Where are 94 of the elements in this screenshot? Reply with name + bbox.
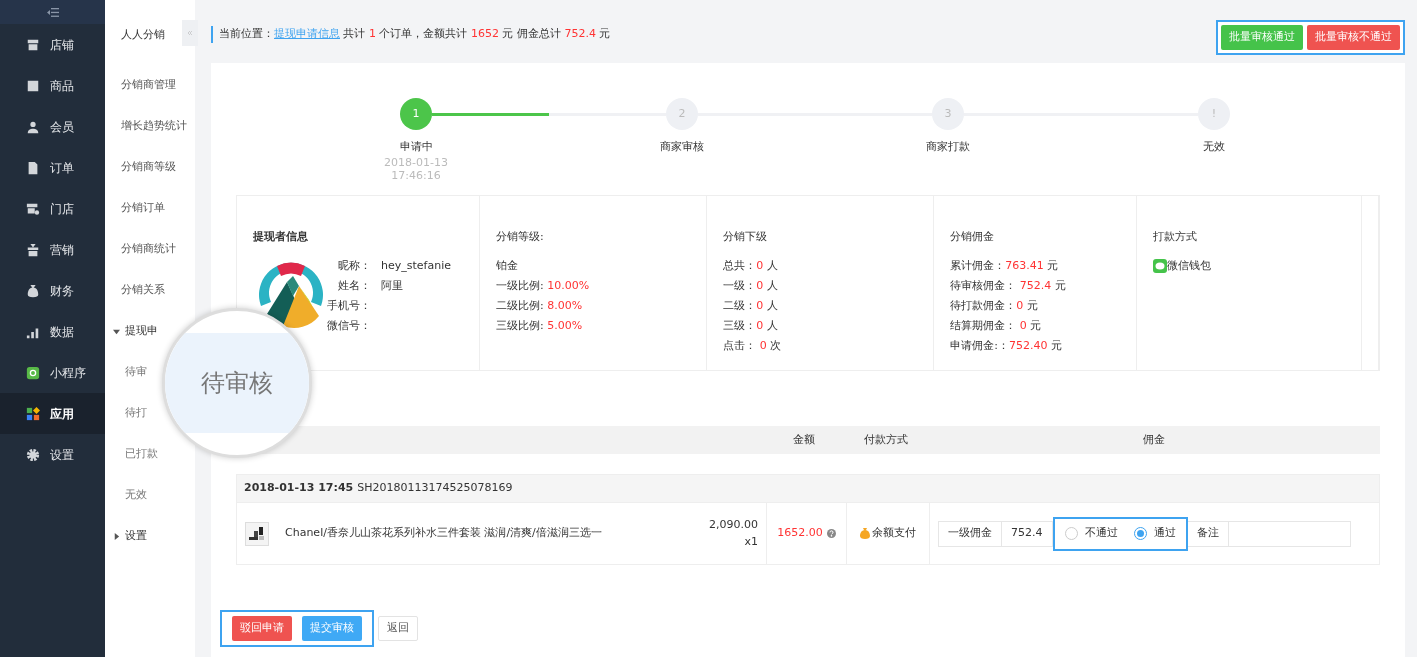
help-icon — [826, 529, 836, 538]
field-label: 手机号： — [327, 297, 371, 314]
sidebar-item[interactable]: 订单 — [0, 147, 105, 188]
radio-label[interactable]: 不通过 — [1084, 525, 1118, 542]
step-label: 商家审核 — [659, 139, 705, 155]
stat-line: 点击： 0 次 — [723, 337, 783, 354]
document-icon — [26, 160, 40, 175]
sidebar-item[interactable]: 营销 — [0, 229, 105, 270]
collapse-button[interactable] — [182, 20, 198, 46]
step-time: 17:46:16 — [390, 168, 442, 182]
step-label: 申请中 — [398, 139, 434, 155]
product-price: 2,090.00 — [709, 517, 758, 533]
stat-line: 二级：0 人 — [723, 297, 779, 314]
caret-right-icon — [113, 533, 120, 540]
commission-value: 752.4 — [1002, 521, 1053, 546]
step-date: 2018-01-13 — [383, 155, 449, 169]
sidebar-item[interactable]: 小程序 — [0, 352, 105, 393]
stat-line: 申请佣金:：752.40 元 — [950, 337, 1063, 354]
order-datetime: 2018-01-13 17:45 — [244, 480, 354, 497]
sidebar-item[interactable]: 应用 — [0, 393, 105, 434]
stat-line: 一级比例: 10.00% — [495, 277, 591, 294]
section-title: 分销下级 — [723, 229, 769, 245]
user-icon — [26, 119, 40, 134]
field-label: 昵称： — [337, 257, 371, 274]
subnav-item[interactable]: 待审 — [125, 361, 147, 384]
back-button[interactable]: 返回 — [378, 616, 418, 641]
stat-line: 待审核佣金： 752.4 元 — [950, 277, 1067, 294]
field-label: 微信号： — [327, 317, 371, 334]
subnav-item[interactable]: 分销商管理 — [121, 74, 176, 97]
section-title: 打款方式 — [1152, 229, 1198, 245]
column-header: 佣金 — [1142, 432, 1165, 446]
shop-icon — [26, 37, 40, 52]
subnav-item[interactable]: 待打 — [125, 402, 147, 425]
subnav-group[interactable]: 设置 — [113, 525, 147, 548]
column-header: 付款方式 — [863, 432, 908, 446]
stat-line: 二级比例: 8.00% — [495, 297, 584, 314]
sidebar-item[interactable]: 会员 — [0, 106, 105, 147]
subnav-item[interactable]: 分销商统计 — [121, 238, 176, 261]
double-chevron-icon — [188, 29, 192, 37]
money-bag-icon — [860, 528, 870, 539]
step-label: 商家打款 — [925, 139, 971, 155]
subnav-group[interactable]: 提现申 — [113, 320, 158, 343]
stat-line: 三级比例: 5.00% — [495, 317, 584, 334]
subnav-item[interactable]: 分销关系 — [121, 279, 165, 302]
gift-icon — [26, 242, 40, 257]
remark-label: 备注 — [1195, 525, 1220, 542]
stat-line: 累计佣金：763.41 元 — [950, 257, 1060, 274]
section-title: 分销佣金 — [950, 229, 996, 245]
level-name: 铂金 — [495, 257, 519, 274]
subnav-item[interactable]: 分销商等级 — [121, 156, 176, 179]
column-header: 金额 — [793, 432, 815, 446]
step-circle: 1 — [400, 98, 432, 130]
sidebar-item[interactable]: 商品 — [0, 65, 105, 106]
commission-label: 一级佣金 — [939, 521, 1002, 546]
subnav-item[interactable]: 已打款 — [125, 443, 158, 466]
money-bag-icon — [26, 283, 40, 298]
stat-line: 结算期佣金： 0 元 — [950, 317, 1043, 334]
subnav-item[interactable]: 分销订单 — [121, 197, 165, 220]
sidebar-item[interactable]: 设置 — [0, 434, 105, 475]
step-label: 无效 — [1202, 139, 1226, 155]
radio-label[interactable]: 通过 — [1153, 525, 1176, 542]
stat-line: 三级：0 人 — [723, 317, 779, 334]
field-value: hey_stefanie — [381, 258, 451, 272]
order-amount: 1652.00 — [777, 525, 823, 542]
product-quantity: x1 — [743, 533, 758, 550]
subnav-item[interactable]: 无效 — [125, 484, 147, 507]
magnified-text: 待审核 — [165, 333, 309, 433]
step-circle: 3 — [932, 98, 964, 130]
field-label: 姓名： — [337, 277, 371, 294]
payment-method: 余额支付 — [872, 525, 916, 542]
sidebar-item[interactable]: 财务 — [0, 270, 105, 311]
product-name: Chanel/香奈儿山茶花系列补水三件套装 滋润/清爽/倍滋润三选一 — [285, 525, 603, 542]
breadcrumb-text: 当前位置：提现申请信息 共计 1 个订单，金额共计 1652 元 佣金总计 752.4 元 — [211, 26, 611, 43]
section-title: 分销等级: — [495, 229, 545, 245]
order-number: SH20180113174525078169 — [357, 480, 513, 497]
caret-down-icon — [113, 328, 120, 335]
sidebar-item[interactable]: 店铺 — [0, 24, 105, 65]
storefront-icon — [26, 201, 40, 216]
payout-method: 微信钱包 — [1166, 257, 1211, 274]
subnav-title: 人人分销 — [121, 27, 165, 42]
sidebar-item[interactable]: 门店 — [0, 188, 105, 229]
mini-program-icon — [26, 365, 40, 380]
step-circle: ! — [1198, 98, 1230, 130]
stat-line: 一级：0 人 — [723, 277, 779, 294]
step-circle: 2 — [666, 98, 698, 130]
stat-line: 待打款佣金：0 元 — [950, 297, 1039, 314]
apps-icon — [26, 406, 40, 421]
sidebar-item[interactable]: 数据 — [0, 311, 105, 352]
section-title: 提现者信息 — [253, 229, 309, 245]
subnav-item[interactable]: 增长趋势统计 — [121, 115, 187, 138]
field-value: 阿里 — [381, 278, 403, 292]
settings-icon — [26, 447, 40, 462]
stat-line: 总共：0 人 — [723, 257, 779, 274]
collapse-icon[interactable] — [46, 7, 59, 17]
